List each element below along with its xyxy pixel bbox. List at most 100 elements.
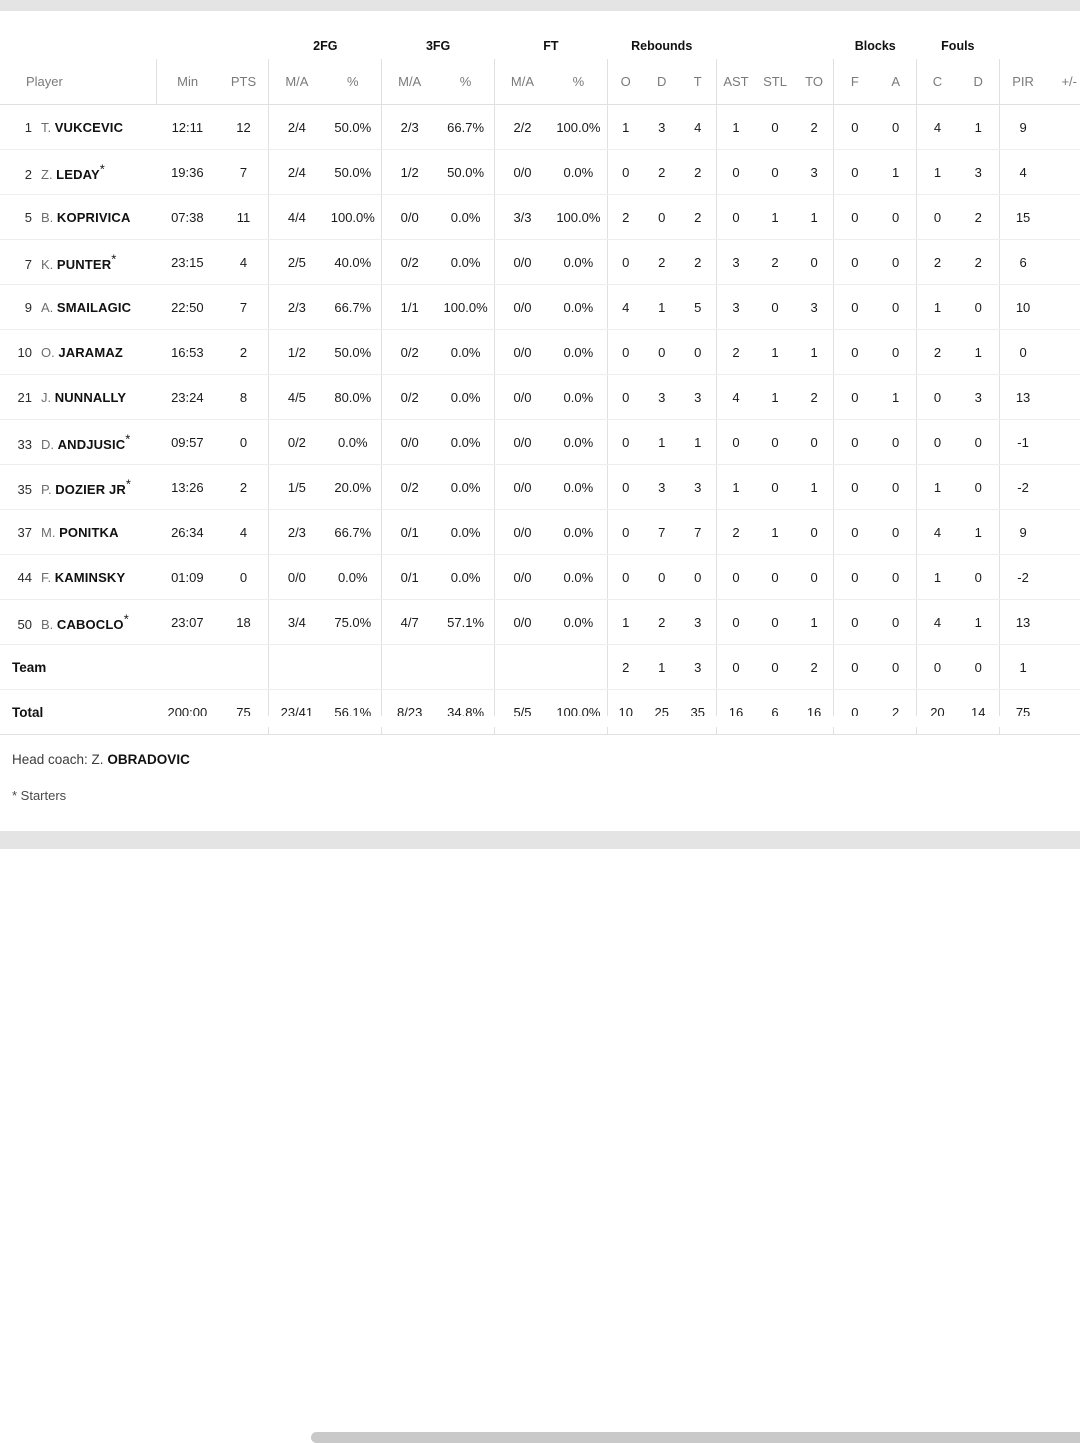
cell-ast: 4: [715, 374, 756, 420]
footer: Head coach: Z. OBRADOVIC * Starters: [0, 735, 1080, 803]
cell-fouls-c: 1: [916, 284, 958, 330]
cell-treb: 2: [679, 149, 717, 195]
cell-3fg-ma: 0/2: [381, 329, 438, 375]
player-cell[interactable]: 35 P. DOZIER JR*: [0, 464, 157, 510]
player-surname: JARAMAZ: [58, 344, 123, 360]
cell-min: 13:26: [156, 464, 219, 510]
table-row[interactable]: 33 D. ANDJUSIC* 09:57 0 0/2 0.0% 0/0 0.0% 0/0 0.0…: [0, 419, 1080, 465]
player-initial: K.: [41, 257, 57, 273]
player-cell[interactable]: 33 D. ANDJUSIC*: [0, 419, 157, 465]
col-oreb[interactable]: O: [606, 59, 644, 105]
col-pts[interactable]: PTS: [218, 59, 269, 105]
cell-3fg-ma: 0/0: [381, 194, 438, 240]
cell-2fg-ma: 4/4: [268, 194, 325, 240]
cell-fouls-d: 1: [957, 509, 1000, 555]
cell-fouls-c: 1: [916, 149, 958, 195]
col-2fg-ma[interactable]: M/A: [268, 59, 325, 105]
player-name: A. SMAILAGIC: [41, 300, 131, 315]
cell-3fg-pct: 57.1%: [437, 599, 495, 645]
col-min[interactable]: Min: [155, 59, 219, 105]
col-player[interactable]: Player: [0, 59, 157, 105]
cell-blocks-f: 0: [833, 509, 876, 555]
col-pir[interactable]: PIR: [998, 59, 1047, 105]
player-surname: PUNTER: [56, 257, 112, 273]
cell-2fg-ma: 4/5: [268, 374, 325, 420]
player-cell[interactable]: 21 J. NUNNALLY: [0, 374, 157, 420]
player-cell[interactable]: 7 K. PUNTER*: [0, 239, 157, 285]
col-blocks-a[interactable]: A: [875, 59, 917, 105]
col-3fg-pct[interactable]: %: [437, 59, 495, 105]
cell-blocks-a: 2: [875, 689, 917, 735]
total-row: Total 200:00 75 23/41 56.1% 8/23 34.8% 5/5 100.0…: [0, 689, 1080, 735]
head-coach-name: OBRADOVIC: [107, 752, 190, 767]
col-stl[interactable]: STL: [755, 59, 795, 105]
starter-marker: *: [111, 251, 117, 267]
player-cell[interactable]: 44 F. KAMINSKY: [0, 554, 157, 600]
player-cell[interactable]: 37 M. PONITKA: [0, 509, 157, 555]
col-plusminus[interactable]: +/-: [1046, 59, 1080, 105]
table-row[interactable]: 9 A. SMAILAGIC 22:50 7 2/3 66.7% 1/1 100.0% 0/0 0…: [0, 284, 1080, 330]
cell-min: 23:15: [156, 239, 219, 285]
col-dreb[interactable]: D: [643, 59, 680, 105]
table-row[interactable]: 50 B. CABOCLO* 23:07 18 3/4 75.0% 4/7 57.1% 0/0 0…: [0, 599, 1080, 645]
cell-fouls-d: 0: [957, 644, 1000, 690]
cell-pts: 4: [218, 509, 269, 555]
starter-marker: *: [125, 431, 131, 447]
col-to[interactable]: TO: [794, 59, 834, 105]
group-ft: FT: [543, 39, 559, 53]
col-treb[interactable]: T: [679, 59, 717, 105]
cell-blocks-a: 0: [875, 644, 917, 690]
col-ft-ma[interactable]: M/A: [494, 59, 550, 105]
horizontal-scrollbar-thumb[interactable]: [311, 1432, 1080, 1443]
cell-3fg-ma: 0/1: [381, 509, 438, 555]
cell-stl: 6: [755, 689, 795, 735]
cell-pir: 15: [998, 194, 1047, 240]
cell-dreb: 0: [643, 329, 680, 375]
cell-3fg-pct: [437, 644, 495, 690]
player-surname: KOPRIVICA: [56, 209, 131, 225]
table-row[interactable]: 37 M. PONITKA 26:34 4 2/3 66.7% 0/1 0.0% 0/0 0.0%…: [0, 509, 1080, 555]
table-row[interactable]: 21 J. NUNNALLY 23:24 8 4/5 80.0% 0/2 0.0% 0/0 0.0…: [0, 374, 1080, 420]
table-row[interactable]: 1 T. VUKCEVIC 12:11 12 2/4 50.0% 2/3 66.7% 2/2 10…: [0, 104, 1080, 150]
starter-marker: *: [99, 161, 105, 177]
player-cell[interactable]: 9 A. SMAILAGIC: [0, 284, 157, 330]
cell-dreb: 25: [643, 689, 680, 735]
cell-3fg-pct: 0.0%: [437, 464, 495, 510]
horizontal-scrollbar-track[interactable]: [155, 716, 1080, 1443]
player-cell[interactable]: 2 Z. LEDAY*: [0, 149, 157, 195]
col-fouls-c[interactable]: C: [916, 59, 958, 105]
group-minpts: [156, 11, 269, 59]
cell-3fg-ma: 4/7: [381, 599, 438, 645]
col-3fg-ma[interactable]: M/A: [381, 59, 438, 105]
cell-3fg-ma: 0/0: [381, 419, 438, 465]
col-ft-pct[interactable]: %: [549, 59, 608, 105]
table-row[interactable]: 35 P. DOZIER JR* 13:26 2 1/5 20.0% 0/2 0.0% 0/0 0…: [0, 464, 1080, 510]
table-row[interactable]: 2 Z. LEDAY* 19:36 7 2/4 50.0% 1/2 50.0% 0/0 0.0% 0…: [0, 149, 1080, 195]
cell-2fg-ma: 1/5: [268, 464, 325, 510]
player-cell[interactable]: 1 T. VUKCEVIC: [0, 104, 157, 150]
table-row[interactable]: 44 F. KAMINSKY 01:09 0 0/0 0.0% 0/1 0.0% 0/0 0.0%…: [0, 554, 1080, 600]
jersey-number: 9: [24, 299, 32, 315]
player-cell[interactable]: 50 B. CABOCLO*: [0, 599, 157, 645]
cell-stl: 0: [755, 554, 795, 600]
cell-dreb: 1: [643, 644, 680, 690]
col-2fg-pct[interactable]: %: [324, 59, 382, 105]
table-row[interactable]: 5 B. KOPRIVICA 07:38 11 4/4 100.0% 0/0 0.0% 3/3 1…: [0, 194, 1080, 240]
cell-dreb: 3: [643, 464, 680, 510]
col-blocks-f[interactable]: F: [833, 59, 876, 105]
cell-plusminus: [1046, 599, 1080, 645]
cell-ft-ma: 0/0: [494, 149, 550, 195]
col-fouls-d[interactable]: D: [957, 59, 1000, 105]
table-row[interactable]: 10 O. JARAMAZ 16:53 2 1/2 50.0% 0/2 0.0% 0/0 0.0%…: [0, 329, 1080, 375]
table-row[interactable]: 7 K. PUNTER* 23:15 4 2/5 40.0% 0/2 0.0% 0/0 0.0% 0…: [0, 239, 1080, 285]
cell-2fg-ma: [268, 644, 325, 690]
cell-treb: 3: [679, 599, 717, 645]
player-name: M. PONITKA: [41, 525, 119, 540]
cell-fouls-c: 2: [916, 329, 958, 375]
cell-min: 23:07: [156, 599, 219, 645]
col-ast[interactable]: AST: [715, 59, 756, 105]
player-cell[interactable]: 10 O. JARAMAZ: [0, 329, 157, 375]
player-cell[interactable]: 5 B. KOPRIVICA: [0, 194, 157, 240]
player-surname: DOZIER JR: [55, 482, 126, 498]
cell-min: 09:57: [156, 419, 219, 465]
